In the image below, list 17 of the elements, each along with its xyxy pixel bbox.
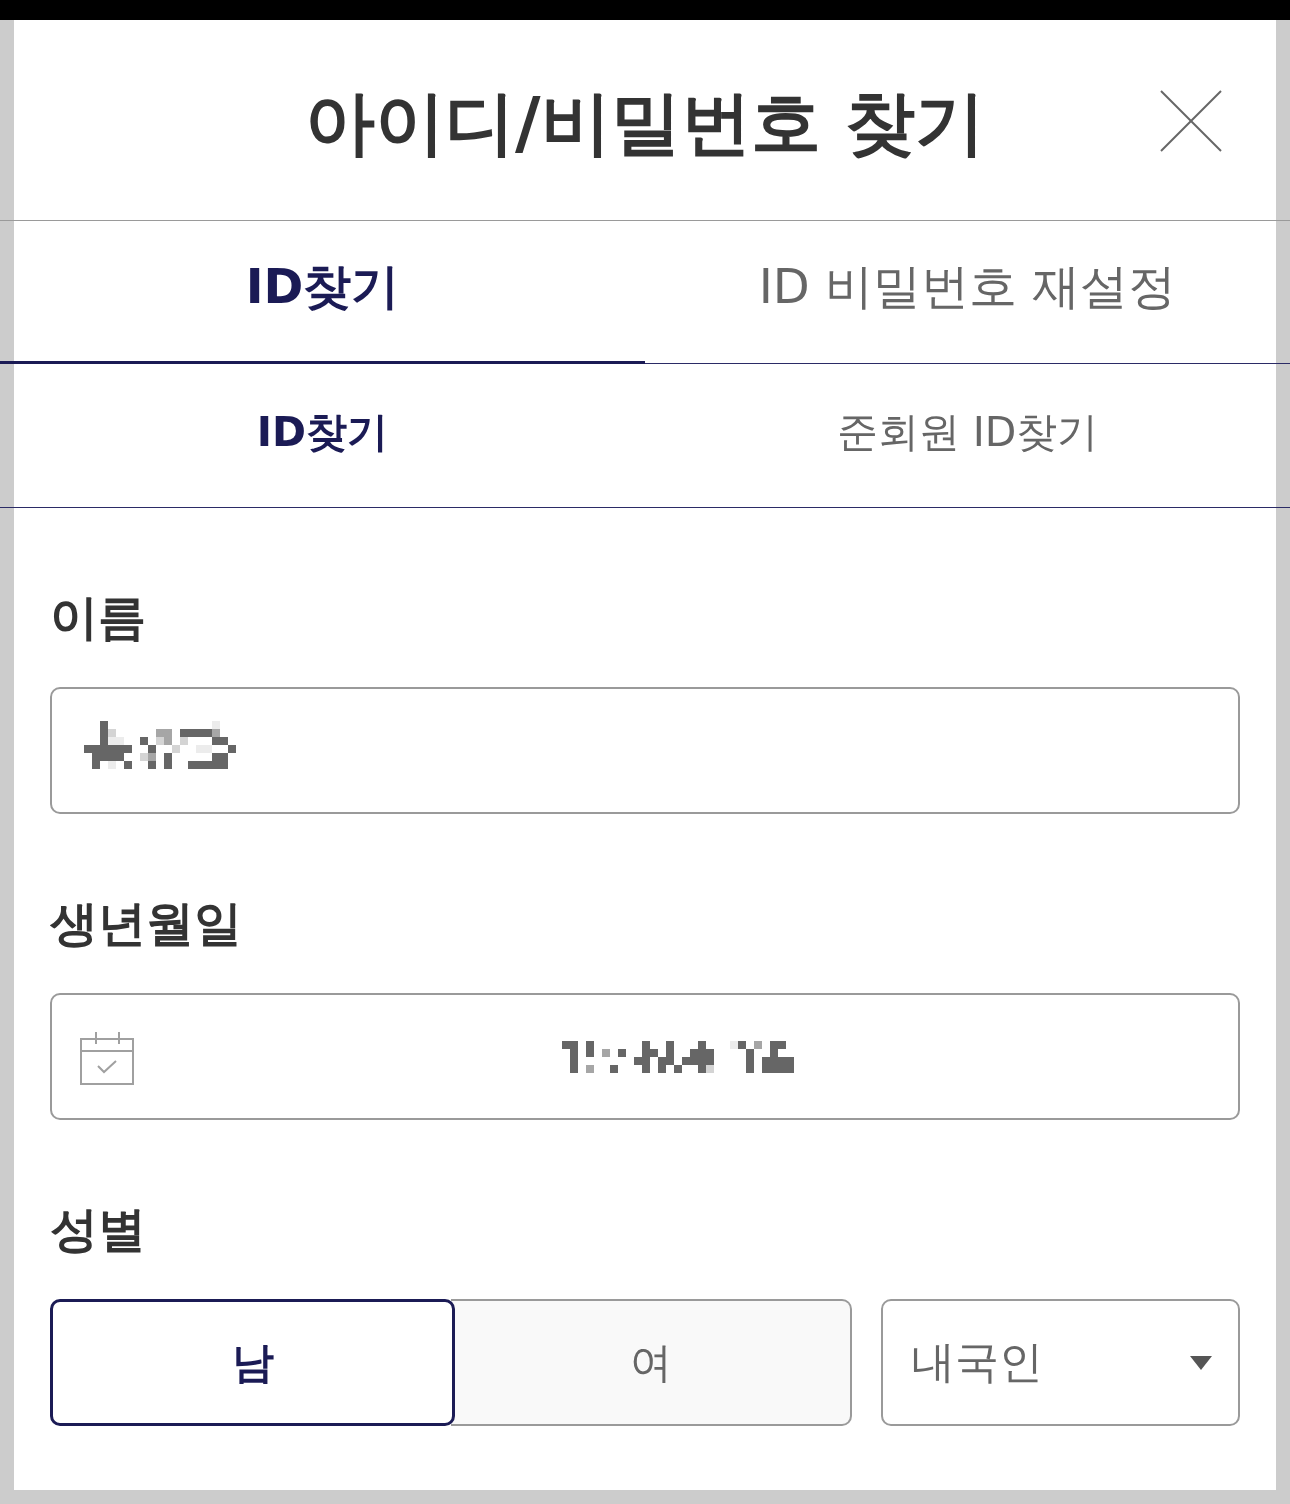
field-label: 성별	[50, 1200, 146, 1258]
tab[interactable]: ID찾기	[0, 221, 645, 364]
caret-icon	[1190, 1355, 1212, 1370]
gender-option[interactable]: 여	[451, 1299, 852, 1426]
gender-option[interactable]: 남	[50, 1299, 455, 1426]
sub-tab[interactable]: ID찾기	[0, 364, 645, 507]
calendar-icon	[80, 1030, 134, 1085]
field-label: 이름	[50, 588, 146, 646]
sub-tab[interactable]: 준회원 ID찾기	[645, 364, 1290, 507]
field-label: 생년월일	[50, 894, 242, 952]
date-input-field[interactable]	[50, 993, 1240, 1120]
close-icon	[1160, 90, 1222, 152]
close-button[interactable]	[1160, 90, 1222, 152]
dialog-title: 아이디/비밀번호 찾기	[305, 81, 985, 165]
tab[interactable]: ID 비밀번호 재설정	[645, 221, 1290, 364]
text-input-field[interactable]	[50, 687, 1240, 814]
nationality-select[interactable]: 내국인	[881, 1299, 1240, 1426]
